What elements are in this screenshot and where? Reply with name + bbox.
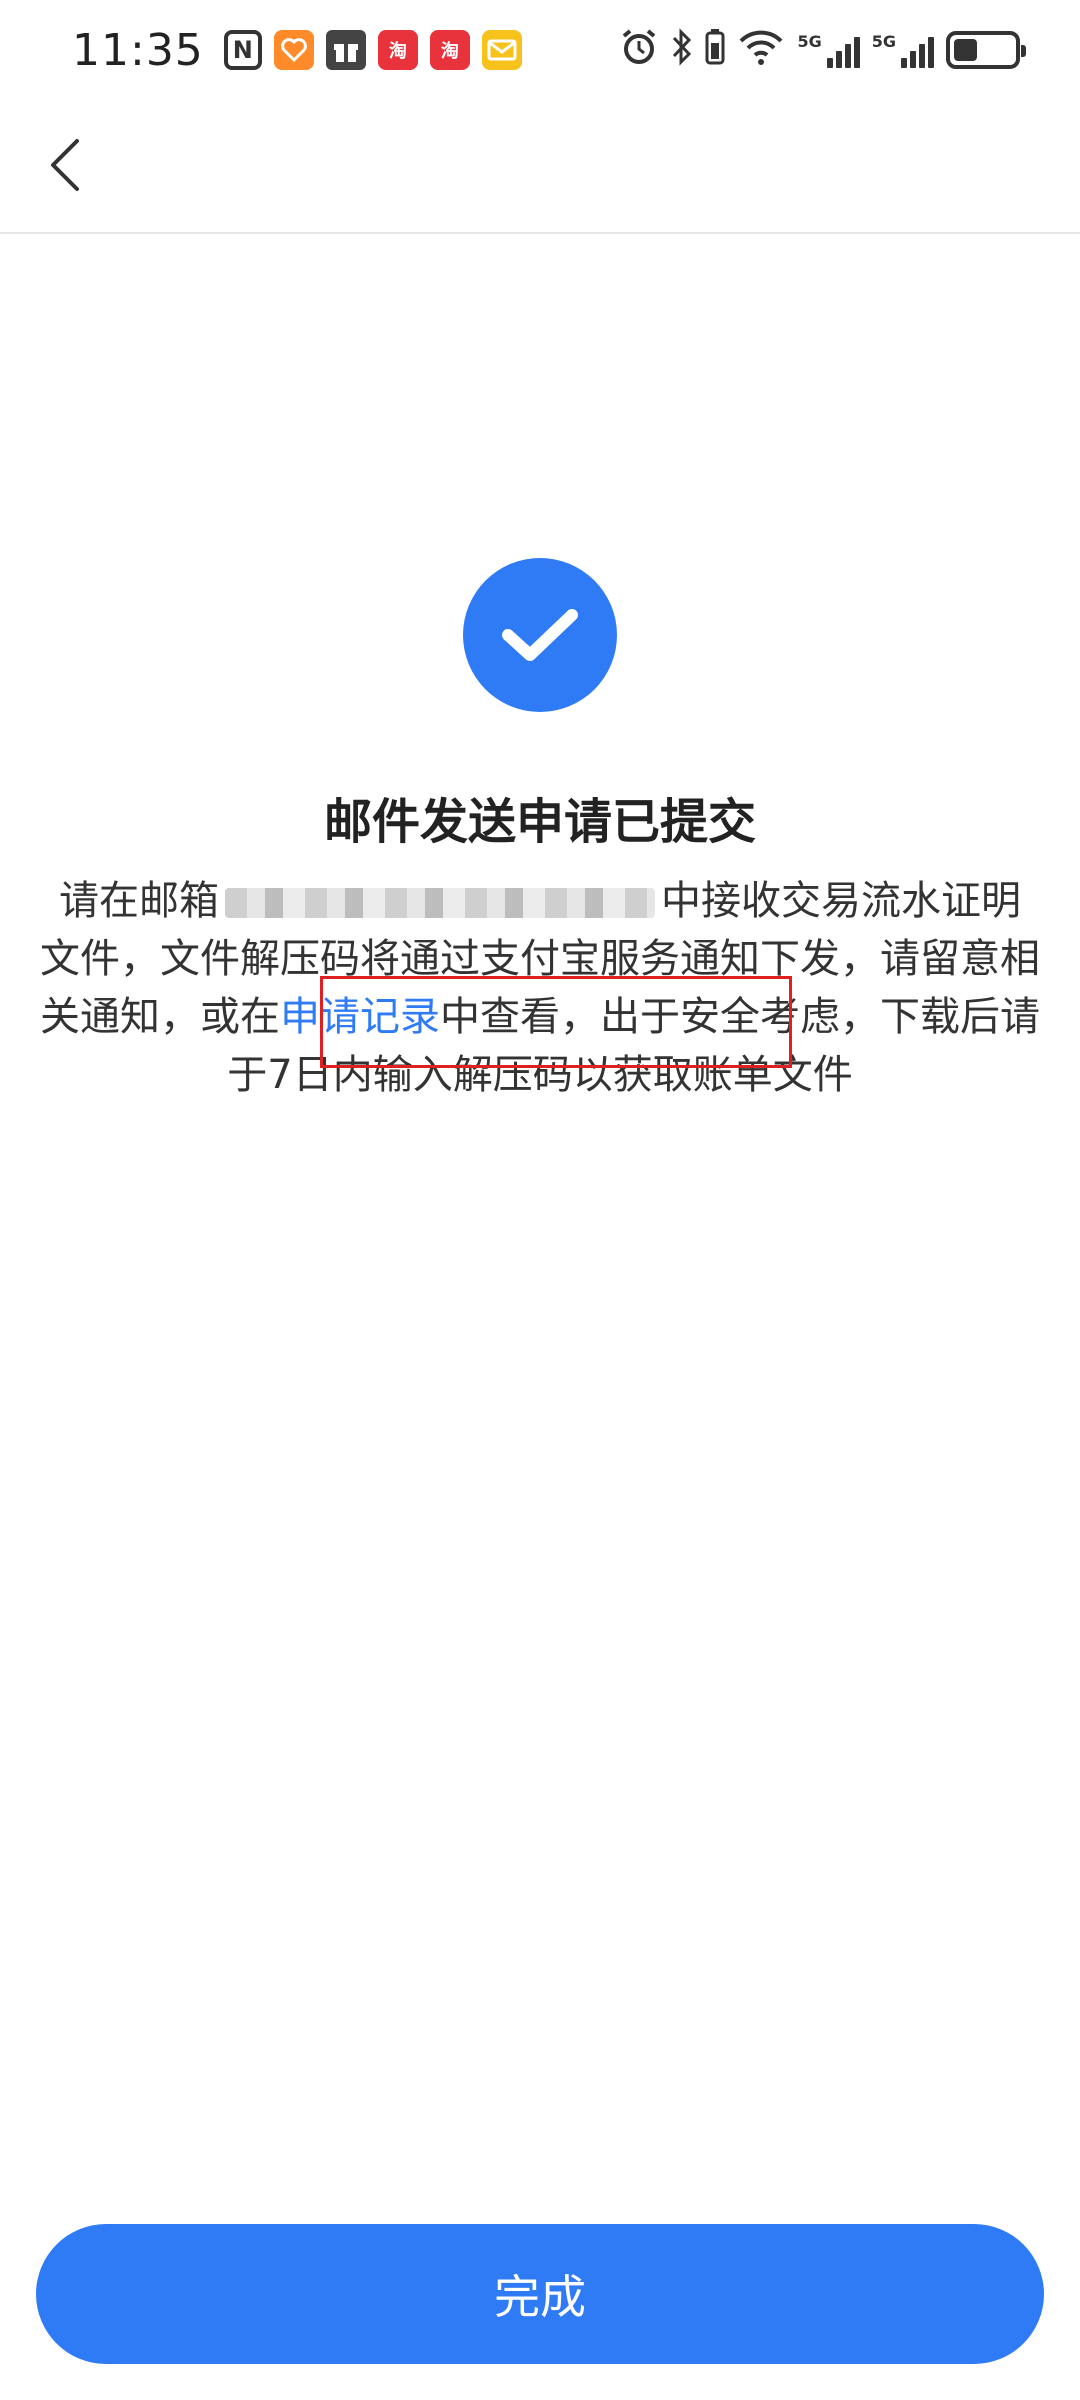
signal-5g-icon: 5G (872, 32, 934, 68)
mail-app-icon (481, 30, 522, 70)
highlight-annotation (320, 976, 792, 1068)
desc-text-1: 请在邮箱 (59, 878, 219, 924)
status-bar-left: 11:35 N 淘 淘 (72, 25, 522, 76)
back-button[interactable] (30, 130, 100, 200)
status-bar-right: 5G 5G (619, 27, 1026, 73)
nfc-icon: N (223, 30, 262, 70)
taobao-icon: 淘 (377, 30, 418, 70)
network-type-label: 5G (797, 32, 822, 51)
gift-app-icon (325, 30, 366, 70)
check-circle-icon (463, 558, 617, 712)
signal-5g-icon: 5G (797, 32, 860, 68)
taobao-icon: 淘 (429, 30, 470, 70)
status-time: 11:35 (72, 24, 204, 76)
chevron-left-icon (51, 139, 79, 191)
page-title: 邮件发送申请已提交 (323, 794, 756, 850)
page: 11:35 N 淘 淘 5G 5G 邮件发送申请已提交 请在邮箱 中接收交易流水… (0, 0, 1080, 2400)
network-type-label: 5G (871, 32, 896, 51)
battery-icon (946, 31, 1026, 69)
done-button[interactable]: 完成 (36, 2224, 1044, 2364)
battery-saver-icon (705, 27, 725, 73)
battery-level (954, 39, 978, 61)
heart-app-icon (273, 30, 314, 70)
nav-header (0, 100, 1080, 234)
wifi-icon (737, 27, 785, 73)
bluetooth-icon (671, 27, 693, 73)
masked-email (225, 888, 655, 918)
alarm-icon (619, 27, 659, 73)
status-bar: 11:35 N 淘 淘 5G 5G (0, 0, 1080, 100)
